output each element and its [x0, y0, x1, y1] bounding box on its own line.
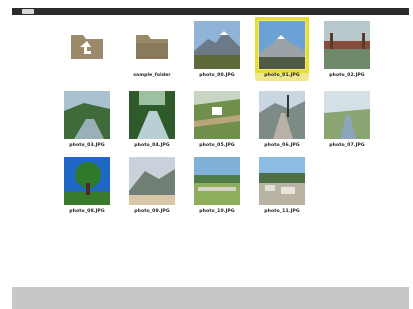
- folder-tile[interactable]: sample_folder: [123, 21, 181, 87]
- top-bar: [12, 8, 409, 15]
- footer-bar: [12, 287, 409, 309]
- photo-thumbnail: [259, 157, 305, 205]
- photo-tile[interactable]: photo_08.JPG: [58, 157, 116, 223]
- file-label: photo_07.JPG: [329, 143, 365, 148]
- photo-tile[interactable]: photo_06.JPG: [253, 91, 311, 157]
- file-label: photo_08.JPG: [69, 209, 105, 214]
- photo-tile[interactable]: photo_09.JPG: [123, 157, 181, 223]
- photo-thumbnail: [324, 91, 370, 139]
- photo-thumbnail: [324, 21, 370, 69]
- photo-tile[interactable]: photo_03.JPG: [58, 91, 116, 157]
- file-label: photo_04.JPG: [134, 143, 170, 148]
- menu-icon[interactable]: [22, 9, 34, 14]
- file-label: photo_01.JPG: [264, 73, 300, 78]
- file-label: photo_00.JPG: [199, 73, 235, 78]
- photo-tile[interactable]: photo_04.JPG: [123, 91, 181, 157]
- file-label: photo_11.JPG: [264, 209, 300, 214]
- photo-thumbnail: [194, 21, 240, 69]
- photo-thumbnail: [64, 91, 110, 139]
- file-label: sample_folder: [133, 73, 171, 78]
- folder-icon: [129, 21, 175, 69]
- photo-tile[interactable]: photo_10.JPG: [188, 157, 246, 223]
- photo-thumbnail: [255, 17, 309, 73]
- file-label: photo_10.JPG: [199, 209, 235, 214]
- photo-tile[interactable]: photo_05.JPG: [188, 91, 246, 157]
- file-label: photo_06.JPG: [264, 143, 300, 148]
- file-browser-panel: sample_folder photo_00.JPG photo_01.JPG: [12, 15, 409, 287]
- photo-tile[interactable]: photo_07.JPG: [318, 91, 376, 157]
- photo-thumbnail: [64, 157, 110, 205]
- photo-tile[interactable]: photo_00.JPG: [188, 21, 246, 87]
- file-label: photo_05.JPG: [199, 143, 235, 148]
- up-folder-icon: [64, 21, 110, 69]
- photo-thumbnail: [129, 157, 175, 205]
- photo-tile-selected[interactable]: photo_01.JPG: [253, 17, 311, 87]
- photo-tile[interactable]: photo_02.JPG: [318, 21, 376, 87]
- photo-thumbnail: [259, 91, 305, 139]
- file-label: photo_09.JPG: [134, 209, 170, 214]
- photo-thumbnail: [129, 91, 175, 139]
- file-label: photo_02.JPG: [329, 73, 365, 78]
- photo-thumbnail: [194, 91, 240, 139]
- photo-thumbnail: [194, 157, 240, 205]
- up-folder-tile[interactable]: [58, 21, 116, 87]
- photo-tile[interactable]: photo_11.JPG: [253, 157, 311, 223]
- file-label: photo_03.JPG: [69, 143, 105, 148]
